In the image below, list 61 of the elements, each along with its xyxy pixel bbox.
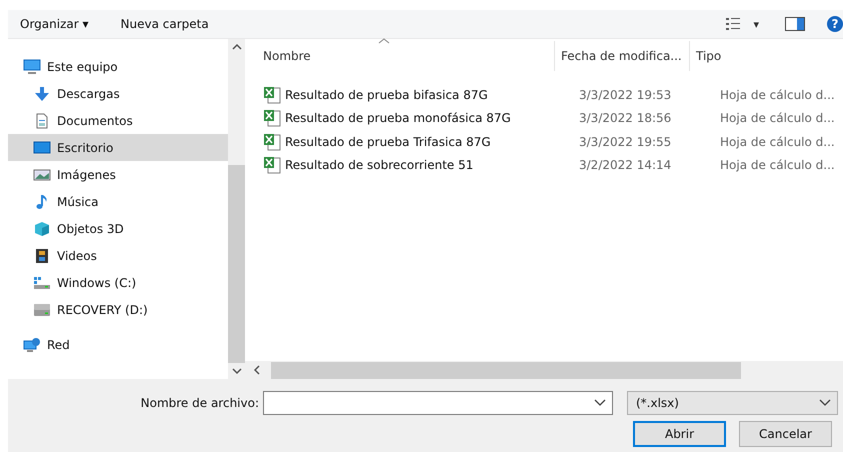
spreadsheet-icon	[263, 109, 281, 128]
file-name: Resultado de prueba bifasica 87G	[285, 88, 488, 102]
file-name: Resultado de prueba monofásica 87G	[285, 111, 511, 126]
sidebar-item[interactable]: Videos	[8, 242, 228, 269]
file-name: Resultado de sobrecorriente 51	[285, 158, 474, 172]
help-button[interactable]: ?	[827, 16, 843, 32]
dropdown-icon	[594, 399, 606, 407]
file-type: Hoja de cálculo d...	[719, 88, 836, 102]
scroll-thumb[interactable]	[228, 165, 245, 363]
scrollbar[interactable]	[245, 361, 843, 379]
file-row[interactable]: Resultado de sobrecorriente 51 3/2/2022 14:14 Hoja de cálculo d...	[245, 154, 843, 177]
sidebar-item[interactable]: Red	[8, 331, 228, 358]
image-icon	[33, 166, 51, 182]
dropdown-icon	[819, 399, 831, 407]
cube-icon	[33, 220, 51, 236]
file-row[interactable]: Resultado de prueba bifasica 87G 3/3/2022 19:53 Hoja de cálculo d...	[245, 83, 843, 106]
sort-icon	[378, 38, 390, 44]
sidebar-item[interactable]: Imágenes	[8, 161, 228, 188]
file-date: 3/3/2022 19:55	[578, 134, 672, 149]
file-type: Hoja de cálculo d...	[719, 111, 836, 126]
column-header[interactable]: Tipo	[690, 41, 813, 71]
sidebar-item[interactable]: Descargas	[8, 80, 228, 107]
cancel-button[interactable]: Cancelar	[739, 421, 832, 447]
column-header[interactable]: Nombre	[245, 41, 555, 71]
sidebar-item[interactable]: Este equipo	[8, 53, 228, 80]
monitor-icon	[23, 58, 41, 74]
drive-icon	[33, 274, 51, 290]
sidebar-item[interactable]: Windows (C:)	[8, 269, 228, 296]
preview-pane-icon[interactable]	[785, 17, 805, 31]
scroll-thumb[interactable]	[271, 362, 741, 378]
sidebar-item[interactable]: Escritorio	[8, 134, 228, 161]
new-folder-button[interactable]: Nueva carpeta	[116, 15, 213, 33]
file-date: 3/2/2022 14:14	[578, 158, 672, 172]
file-name-field[interactable]	[263, 391, 613, 415]
sidebar-item[interactable]: RECOVERY (D:)	[8, 296, 228, 323]
file-name: Resultado de prueba Trifasica 87G	[285, 134, 491, 149]
spreadsheet-icon	[263, 156, 281, 174]
file-type: Hoja de cálculo d...	[719, 134, 836, 149]
spreadsheet-icon	[263, 132, 281, 151]
view-options-icon[interactable]	[725, 17, 742, 31]
organize-button[interactable]: Organizar ▾	[16, 15, 93, 33]
file-type-dropdown[interactable]: (*.xlsx)	[627, 391, 838, 415]
column-header[interactable]: Fecha de modifica...	[555, 41, 690, 71]
sidebar-item[interactable]: Música	[8, 188, 228, 215]
file-row[interactable]: Resultado de prueba Trifasica 87G 3/3/2022 19:55 Hoja de cálculo d...	[245, 130, 843, 154]
file-date: 3/3/2022 18:56	[578, 111, 672, 126]
drive-icon	[33, 302, 51, 318]
file-row[interactable]: Resultado de prueba monofásica 87G 3/3/2022 18:56 Hoja de cálculo d...	[245, 106, 843, 130]
film-icon	[33, 248, 51, 264]
sidebar-item[interactable]: Documentos	[8, 107, 228, 134]
download-arrow-icon	[33, 86, 51, 102]
open-button[interactable]: Abrir	[633, 421, 726, 447]
sidebar-item[interactable]: Objetos 3D	[8, 215, 228, 242]
spreadsheet-icon	[263, 86, 281, 104]
scrollbar[interactable]	[228, 39, 245, 379]
desktop-icon	[33, 140, 51, 156]
file-type: Hoja de cálculo d...	[719, 158, 836, 172]
network-icon	[23, 336, 41, 352]
file-name-label: Nombre de archivo:	[140, 396, 260, 410]
file-date: 3/3/2022 19:53	[578, 88, 672, 102]
view-caret[interactable]: ▾	[753, 18, 759, 30]
